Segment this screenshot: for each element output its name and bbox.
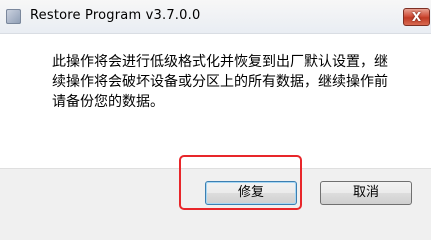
app-icon: [6, 9, 21, 24]
cancel-button[interactable]: 取消: [320, 181, 412, 205]
title-bar: Restore Program v3.7.0.0 X: [0, 0, 431, 34]
close-button[interactable]: X: [403, 8, 430, 26]
restore-button[interactable]: 修复: [205, 181, 297, 205]
dialog-body: 此操作将会进行低级格式化并恢复到出厂默认设置，继续操作将会破坏设备或分区上的所有…: [0, 34, 431, 168]
window-title: Restore Program v3.7.0.0: [30, 8, 201, 23]
close-icon: X: [411, 10, 422, 24]
button-bar: 修复 取消: [0, 168, 431, 222]
warning-message: 此操作将会进行低级格式化并恢复到出厂默认设置，继续操作将会破坏设备或分区上的所有…: [52, 54, 388, 110]
